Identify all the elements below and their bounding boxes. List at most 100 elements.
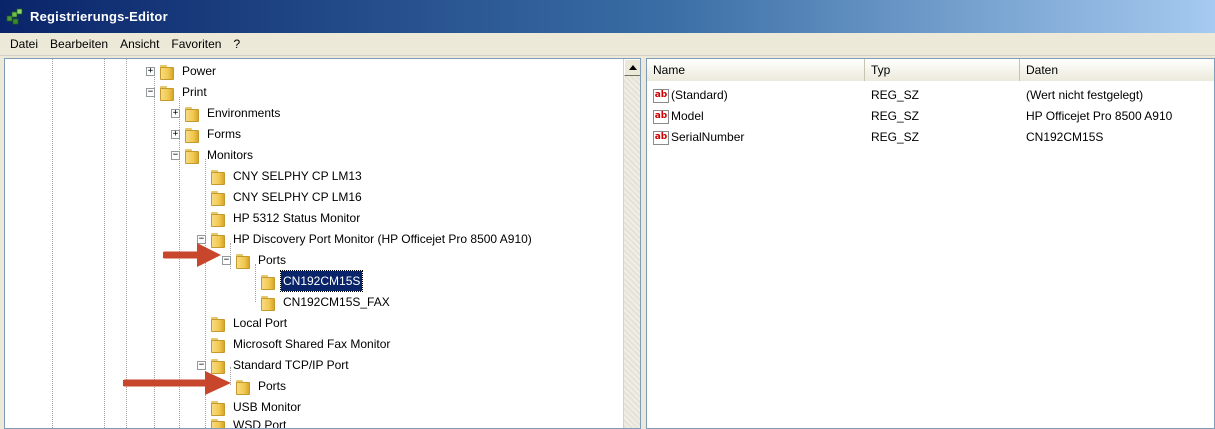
- menu-ansicht[interactable]: Ansicht: [114, 37, 165, 51]
- tree-node[interactable]: HP 5312 Status Monitor: [197, 208, 362, 228]
- tree-node[interactable]: − Ports: [222, 250, 288, 270]
- tree-node[interactable]: Local Port: [197, 313, 289, 333]
- value-name: Model: [671, 109, 704, 123]
- tree-connector: [247, 298, 256, 307]
- folder-icon: [159, 63, 175, 80]
- string-value-icon: ab: [653, 88, 669, 103]
- folder-icon: [210, 315, 226, 332]
- folder-icon: [210, 189, 226, 206]
- tree-node-label[interactable]: CNY SELPHY CP LM13: [231, 166, 364, 186]
- tree-node[interactable]: + Environments: [171, 103, 282, 123]
- tree-node-label[interactable]: HP Discovery Port Monitor (HP Officejet …: [231, 229, 534, 249]
- tree-node[interactable]: CN192CM15S: [247, 270, 364, 292]
- menu-bar: Datei Bearbeiten Ansicht Favoriten ?: [0, 33, 1215, 56]
- registry-values-list[interactable]: Name Typ Daten ab (Standard) REG_SZ (Wert…: [646, 58, 1215, 429]
- tree-connector: [197, 340, 206, 349]
- value-type: REG_SZ: [871, 130, 920, 144]
- tree-node-label[interactable]: HP 5312 Status Monitor: [231, 208, 362, 228]
- folder-icon: [260, 273, 276, 290]
- tree-connector: [197, 214, 206, 223]
- column-header-type[interactable]: Typ: [865, 59, 1020, 81]
- value-name-cell: ab SerialNumber: [647, 127, 865, 148]
- folder-icon: [184, 147, 200, 164]
- tree-node-label[interactable]: CNY SELPHY CP LM16: [231, 187, 364, 207]
- folder-icon: [159, 84, 175, 101]
- tree-node-label[interactable]: Power: [180, 61, 218, 81]
- value-row[interactable]: ab Model REG_SZ HP Officejet Pro 8500 A91…: [647, 106, 1214, 127]
- value-type: REG_SZ: [871, 88, 920, 102]
- value-row[interactable]: ab SerialNumber REG_SZ CN192CM15S: [647, 127, 1214, 148]
- folder-icon: [235, 252, 251, 269]
- tree-node[interactable]: − Print: [146, 82, 209, 102]
- tree-node[interactable]: USB Monitor: [197, 397, 303, 417]
- folder-icon: [235, 378, 251, 395]
- expand-toggle[interactable]: +: [171, 129, 180, 139]
- folder-icon: [210, 210, 226, 227]
- expand-toggle[interactable]: +: [171, 108, 180, 118]
- value-data: (Wert nicht festgelegt): [1026, 88, 1144, 102]
- tree-node[interactable]: + Power: [146, 61, 218, 81]
- tree-node-label[interactable]: Ports: [256, 376, 288, 396]
- tree-node-label[interactable]: Print: [180, 82, 209, 102]
- registry-key-tree[interactable]: + Power − Print + Environments + Forms −…: [4, 58, 641, 429]
- value-name-cell: ab Model: [647, 106, 865, 127]
- tree-connector: [197, 319, 206, 328]
- tree-connector: [197, 403, 206, 412]
- folder-icon: [210, 168, 226, 185]
- tree-connector: [247, 277, 256, 286]
- tree-node-label[interactable]: USB Monitor: [231, 397, 303, 417]
- scroll-up-button[interactable]: [624, 59, 640, 76]
- tree-scrollbar[interactable]: [623, 59, 640, 428]
- tree-node[interactable]: Microsoft Shared Fax Monitor: [197, 334, 392, 354]
- folder-icon: [210, 417, 226, 428]
- tree-connector: [197, 172, 206, 181]
- menu-datei[interactable]: Datei: [4, 37, 44, 51]
- tree-node-label[interactable]: Environments: [205, 103, 282, 123]
- menu-favoriten[interactable]: Favoriten: [165, 37, 227, 51]
- value-row[interactable]: ab (Standard) REG_SZ (Wert nicht festgele…: [647, 85, 1214, 106]
- tree-node[interactable]: − Monitors: [171, 145, 255, 165]
- value-data: CN192CM15S: [1026, 130, 1104, 144]
- tree-connector: [197, 421, 206, 429]
- tree-guide-line: [104, 59, 105, 428]
- tree-node[interactable]: CN192CM15S_FAX: [247, 292, 392, 312]
- tree-node-label[interactable]: Microsoft Shared Fax Monitor: [231, 334, 392, 354]
- string-value-icon: ab: [653, 109, 669, 124]
- tree-connector: [197, 193, 206, 202]
- value-type: REG_SZ: [871, 109, 920, 123]
- tree-node-label[interactable]: Monitors: [205, 145, 255, 165]
- value-name: (Standard): [671, 88, 728, 102]
- tree-node[interactable]: CNY SELPHY CP LM16: [197, 187, 364, 207]
- collapse-toggle[interactable]: −: [171, 150, 180, 160]
- tree-node-label[interactable]: CN192CM15S_FAX: [281, 292, 392, 312]
- menu-help[interactable]: ?: [227, 37, 246, 51]
- tree-node-label-selected[interactable]: CN192CM15S: [279, 270, 364, 292]
- tree-node-label[interactable]: WSD Port: [231, 415, 288, 428]
- column-header-name[interactable]: Name: [647, 59, 865, 81]
- tree-node[interactable]: + Forms: [171, 124, 243, 144]
- tree-guide-line: [52, 59, 53, 428]
- folder-icon: [210, 399, 226, 416]
- value-data: HP Officejet Pro 8500 A910: [1026, 109, 1173, 123]
- annotation-arrow: [123, 371, 231, 395]
- folder-icon: [184, 105, 200, 122]
- expand-toggle[interactable]: +: [146, 66, 155, 76]
- window-title: Registrierungs-Editor: [30, 9, 168, 24]
- tree-node[interactable]: − HP Discovery Port Monitor (HP Officeje…: [197, 229, 534, 249]
- title-bar: Registrierungs-Editor: [0, 0, 1215, 33]
- string-value-icon: ab: [653, 130, 669, 145]
- value-name: SerialNumber: [671, 130, 745, 144]
- tree-node-label[interactable]: Local Port: [231, 313, 289, 333]
- menu-bearbeiten[interactable]: Bearbeiten: [44, 37, 114, 51]
- tree-node-label[interactable]: Ports: [256, 250, 288, 270]
- tree-node[interactable]: CNY SELPHY CP LM13: [197, 166, 364, 186]
- annotation-arrow: [163, 243, 221, 267]
- collapse-toggle[interactable]: −: [146, 87, 155, 97]
- column-header-data[interactable]: Daten: [1020, 59, 1214, 81]
- folder-icon: [184, 126, 200, 143]
- list-header: Name Typ Daten: [647, 59, 1214, 81]
- tree-node-label[interactable]: Standard TCP/IP Port: [231, 355, 351, 375]
- tree-node-label[interactable]: Forms: [205, 124, 243, 144]
- tree-node[interactable]: WSD Port: [197, 415, 288, 429]
- value-name-cell: ab (Standard): [647, 85, 865, 106]
